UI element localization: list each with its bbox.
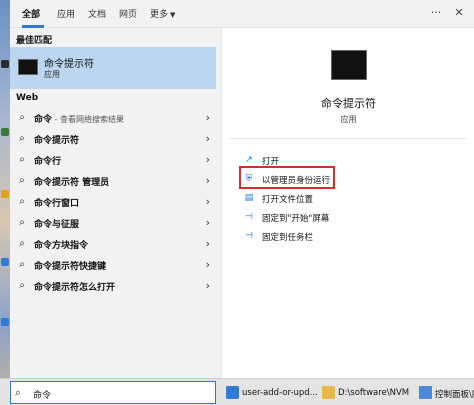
caret-down-icon: ▼	[170, 11, 176, 19]
best-match-header: 最佳匹配	[16, 36, 53, 46]
command-prompt-icon	[18, 59, 38, 75]
search-icon: ⌕	[15, 386, 22, 399]
desktop-shortcut-icon[interactable]	[1, 318, 9, 326]
action-label: 打开文件位置	[262, 195, 314, 205]
chevron-right-icon[interactable]: ›	[206, 153, 210, 166]
preview-pane: 命令提示符 应用 ↗ 打开 ⛨ 以管理员身份运行 ▤ 打开文件位置 ⊣ 固定到"…	[221, 28, 474, 378]
vscode-icon	[226, 386, 239, 399]
desktop-background	[0, 0, 10, 405]
web-result-term: 命令行	[34, 157, 62, 167]
preview-title: 命令提示符	[321, 97, 376, 110]
search-icon: ⌕	[19, 133, 25, 144]
command-prompt-large-icon	[331, 50, 367, 80]
results-list: 最佳匹配 命令提示符 应用 Web ⌕ 命令 - 查看网络搜索结果 › ⌕ 命令…	[10, 28, 221, 378]
taskbar-item-vscode[interactable]: user-add-or-upd...	[224, 381, 318, 404]
web-result-suffix: - 查看网络搜索结果	[52, 115, 124, 124]
file-location-icon: ▤	[244, 193, 254, 203]
desktop-shortcut-icon[interactable]	[1, 128, 9, 136]
taskbar-item-explorer[interactable]: D:\software\NVM	[320, 381, 415, 404]
chevron-right-icon[interactable]: ›	[206, 132, 210, 145]
more-options-icon[interactable]: ···	[429, 6, 443, 20]
best-match-subtitle: 应用	[44, 70, 60, 79]
action-label: 固定到任务栏	[262, 233, 314, 243]
best-match-title: 命令提示符	[44, 59, 94, 70]
taskbar-item-label: 控制面板\所	[435, 390, 474, 400]
pin-taskbar-icon: ⊣	[245, 231, 253, 241]
web-result-item[interactable]: ⌕ 命令方块指令 ›	[10, 233, 216, 254]
tab-web[interactable]: 网页	[119, 7, 137, 20]
action-label: 固定到"开始"屏幕	[262, 214, 330, 224]
web-header: Web	[16, 93, 39, 103]
search-filter-tabs: 全部 应用 文档 网页 更多 ▼ ··· ✕	[10, 0, 474, 28]
search-input[interactable]: 命令	[33, 388, 51, 401]
taskbar-search-box[interactable]: ⌕ 命令	[10, 381, 216, 404]
search-icon: ⌕	[19, 238, 25, 249]
desktop-shortcut-icon[interactable]	[1, 258, 9, 266]
tab-all[interactable]: 全部	[22, 7, 40, 20]
chevron-right-icon[interactable]: ›	[206, 258, 210, 271]
web-result-term: 命令与征服	[34, 220, 80, 230]
chevron-right-icon[interactable]: ›	[206, 279, 210, 292]
web-result-item[interactable]: ⌕ 命令提示符 ›	[10, 128, 216, 149]
desktop-shortcut-icon[interactable]	[1, 190, 9, 198]
web-result-term: 命令行窗口	[34, 199, 80, 209]
tab-apps[interactable]: 应用	[57, 7, 75, 20]
search-icon: ⌕	[19, 280, 25, 291]
preview-subtitle: 应用	[340, 115, 357, 124]
web-result-item[interactable]: ⌕ 命令提示符快捷键 ›	[10, 254, 216, 275]
web-result-term: 命令提示符怎么打开	[34, 283, 116, 293]
search-icon: ⌕	[19, 196, 25, 207]
search-icon: ⌕	[19, 175, 25, 186]
search-icon: ⌕	[19, 217, 25, 228]
taskbar: ⌕ 命令 user-add-or-upd... D:\software\NVM …	[0, 378, 474, 405]
start-search-panel: 全部 应用 文档 网页 更多 ▼ ··· ✕ 最佳匹配 命令提示符 应用 Web …	[10, 0, 474, 378]
tab-more-label: 更多	[150, 10, 169, 20]
taskbar-item-control-panel[interactable]: 控制面板\所	[417, 381, 474, 404]
chevron-right-icon[interactable]: ›	[206, 174, 210, 187]
chevron-right-icon[interactable]: ›	[206, 111, 210, 124]
taskbar-item-label: D:\software\NVM	[338, 388, 410, 398]
search-icon: ⌕	[19, 259, 25, 270]
tab-more[interactable]: 更多 ▼	[150, 7, 175, 20]
web-result-term: 命令方块指令	[34, 241, 89, 251]
chevron-right-icon[interactable]: ›	[206, 237, 210, 250]
web-result-item[interactable]: ⌕ 命令提示符怎么打开 ›	[10, 275, 216, 296]
web-result-term: 命令提示符	[34, 136, 80, 146]
web-result-term: 命令提示符快捷键	[34, 262, 107, 272]
desktop-shortcut-icon[interactable]	[1, 60, 9, 68]
web-result-item[interactable]: ⌕ 命令提示符 管理员 ›	[10, 170, 216, 191]
web-result-item[interactable]: ⌕ 命令行窗口 ›	[10, 191, 216, 212]
control-panel-icon	[419, 386, 432, 399]
close-icon[interactable]: ✕	[452, 6, 466, 20]
web-result-item[interactable]: ⌕ 命令 - 查看网络搜索结果 ›	[10, 107, 216, 128]
folder-icon	[322, 386, 335, 399]
tab-documents[interactable]: 文档	[88, 7, 106, 20]
web-result-term: 命令提示符 管理员	[34, 178, 110, 188]
taskbar-item-label: user-add-or-upd...	[242, 388, 318, 398]
pin-start-icon: ⊣	[245, 212, 253, 222]
search-icon: ⌕	[19, 112, 25, 123]
web-result-item[interactable]: ⌕ 命令行 ›	[10, 149, 216, 170]
web-result-term: 命令	[34, 115, 53, 125]
chevron-right-icon[interactable]: ›	[206, 195, 210, 208]
search-icon: ⌕	[19, 154, 25, 165]
divider	[230, 138, 466, 139]
highlight-annotation-box	[239, 166, 335, 189]
web-result-item[interactable]: ⌕ 命令与征服 ›	[10, 212, 216, 233]
best-match-item[interactable]: 命令提示符 应用	[10, 47, 216, 89]
open-icon: ↗	[245, 155, 253, 165]
chevron-right-icon[interactable]: ›	[206, 216, 210, 229]
